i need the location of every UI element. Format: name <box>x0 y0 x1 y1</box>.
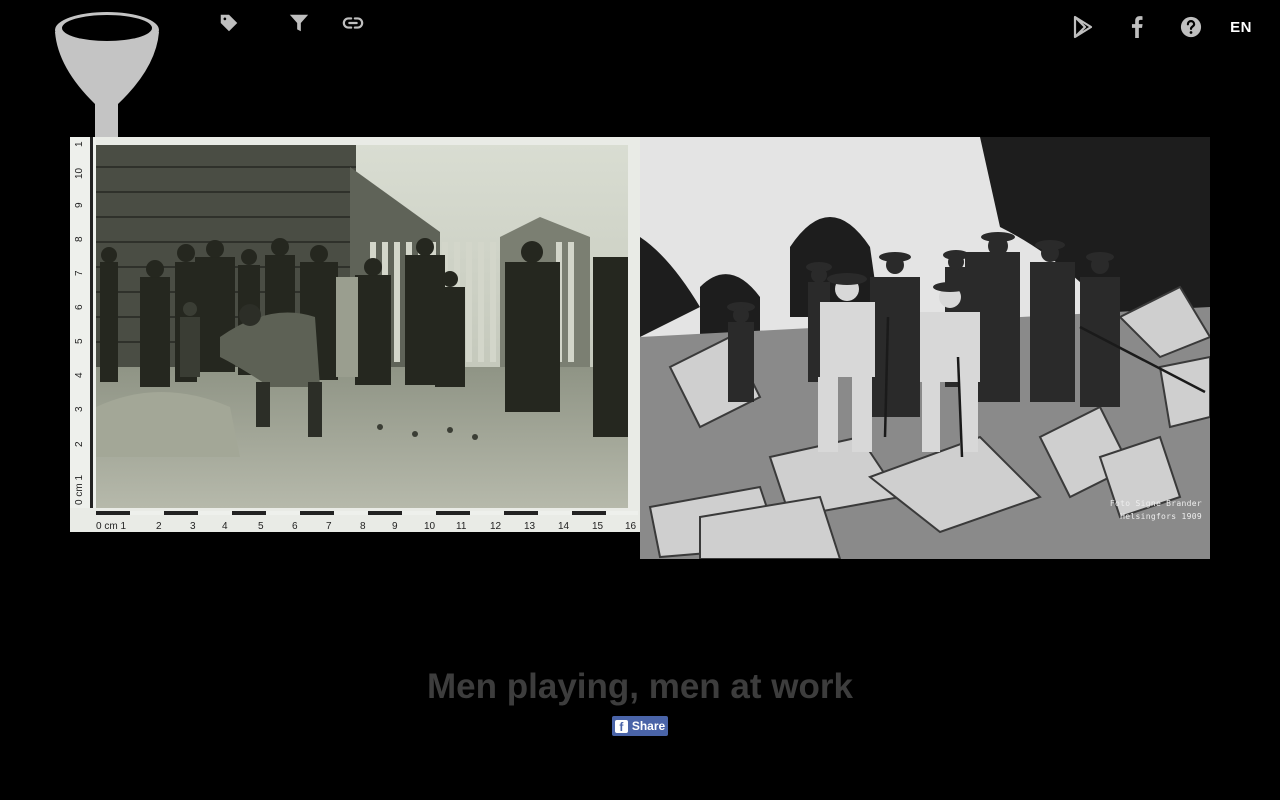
play-store-icon <box>1072 15 1094 39</box>
facebook-icon: f <box>614 719 628 734</box>
toolbar-left <box>218 10 380 36</box>
ruler-label: 16 <box>625 521 637 532</box>
ruler-label: 7 <box>326 521 332 532</box>
toolbar-right: EN <box>1056 14 1252 40</box>
ruler-label: 9 <box>74 202 85 208</box>
play-store-button[interactable] <box>1056 14 1110 40</box>
ruler-label: 9 <box>392 521 398 532</box>
ruler-label: 11 <box>456 521 467 532</box>
tag-button[interactable] <box>218 10 246 36</box>
ruler-label: 6 <box>292 521 298 532</box>
ruler-label: 2 <box>74 441 85 447</box>
ruler-label: 10 <box>424 521 436 532</box>
link-icon <box>342 12 364 34</box>
photo-pair: 0 cm 1 2 3 4 5 6 7 8 9 10 11 12 13 14 15… <box>70 137 1210 559</box>
filter-button[interactable] <box>272 10 326 36</box>
ruler-label: 2 <box>156 521 162 532</box>
ruler-label: 5 <box>258 521 264 532</box>
page-title: Men playing, men at work <box>427 667 853 706</box>
language-selector[interactable]: EN <box>1218 19 1252 36</box>
facebook-share-button[interactable]: f Share <box>612 716 668 736</box>
ruler-label: 5 <box>74 338 85 344</box>
ruler-label: 7 <box>74 270 85 276</box>
page: EN 0 cm 1 2 3 4 5 6 7 8 9 10 11 12 13 14… <box>0 0 1280 800</box>
ruler-label: 13 <box>524 521 536 532</box>
help-button[interactable] <box>1164 14 1218 40</box>
ruler-label: 4 <box>74 372 85 378</box>
help-icon <box>1180 16 1202 38</box>
photo-credit-line-1: Foto Signe Brander <box>1109 499 1202 508</box>
photo-men-at-work[interactable]: Foto Signe Brander Helsingfors 1909 <box>640 137 1210 559</box>
ruler-label: 1 <box>74 141 85 147</box>
link-button[interactable] <box>326 10 380 36</box>
ruler-label: 15 <box>592 521 604 532</box>
ruler-label: 0 cm 1 <box>96 521 126 532</box>
ruler-label: 8 <box>360 521 366 532</box>
photo-men-playing[interactable]: 0 cm 1 2 3 4 5 6 7 8 9 10 11 12 13 14 15… <box>70 137 640 532</box>
ruler-label: 10 <box>74 167 85 179</box>
ruler-label: 14 <box>558 521 570 532</box>
photo-credit-line-2: Helsingfors 1909 <box>1120 512 1202 521</box>
funnel-logo[interactable] <box>50 8 165 156</box>
ruler-label: 6 <box>74 304 85 310</box>
tag-icon <box>218 12 240 34</box>
ruler-label: 8 <box>74 236 85 242</box>
share-label: Share <box>631 719 666 733</box>
ruler-label: 4 <box>222 521 228 532</box>
facebook-icon <box>1130 16 1144 38</box>
ruler-label: 3 <box>74 406 85 412</box>
ruler-label: 12 <box>490 521 502 532</box>
facebook-button[interactable] <box>1110 14 1164 40</box>
ruler-label: 0 cm 1 <box>74 475 85 505</box>
filter-icon <box>288 12 310 34</box>
photo-credit: Foto Signe Brander Helsingfors 1909 <box>1110 497 1202 523</box>
ruler-label: 3 <box>190 521 196 532</box>
